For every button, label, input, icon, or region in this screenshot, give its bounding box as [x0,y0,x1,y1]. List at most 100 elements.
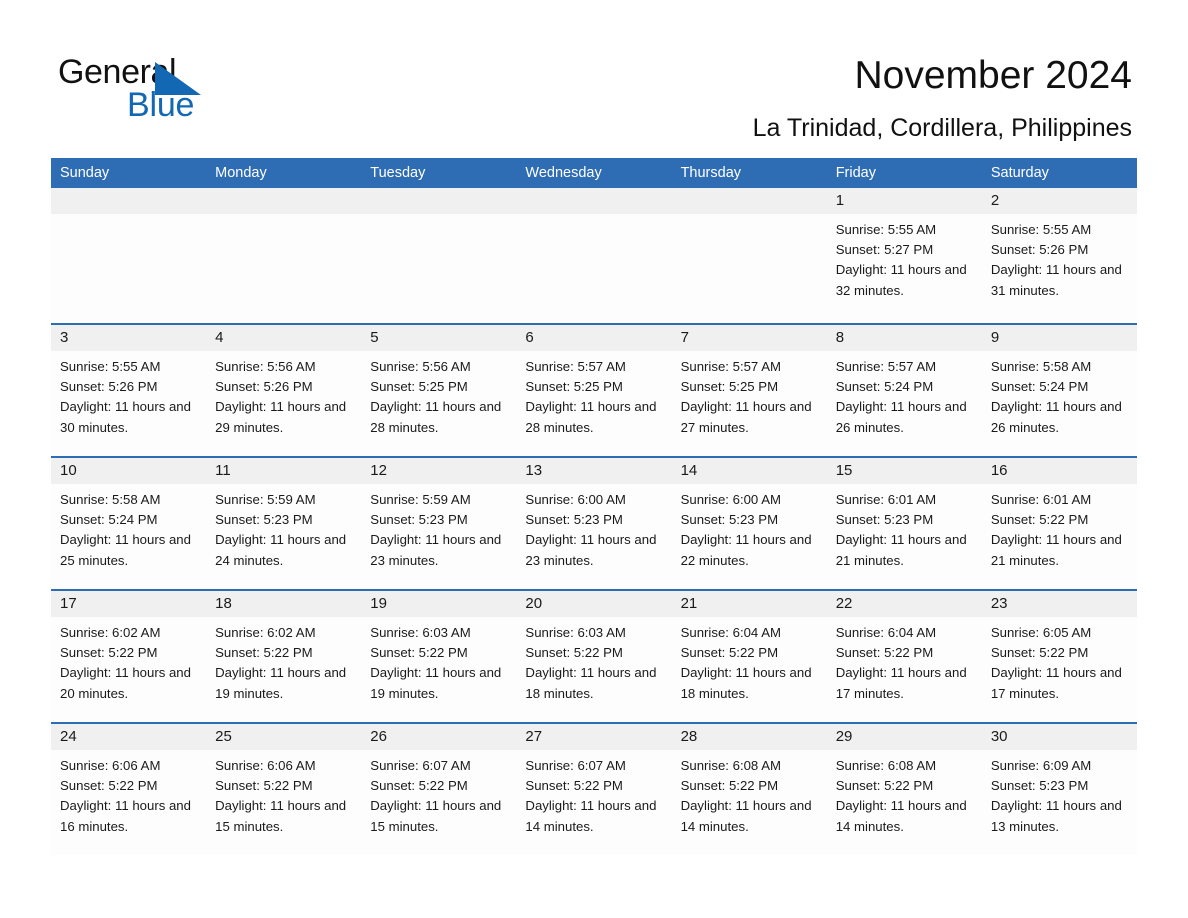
calendar-day-cell[interactable]: 8 Sunrise: 5:57 AM Sunset: 5:24 PM Daylight… [826,325,982,456]
sunset-text: Sunset: 5:22 PM [835,645,934,661]
calendar-day-cell[interactable]: 14 Sunrise: 6:00 AM Sunset: 5:23 PM Dayligh… [671,458,827,589]
day-number: 29 [826,724,982,750]
calendar-day-cell[interactable]: 25 Sunrise: 6:06 AM Sunset: 5:22 PM Dayligh… [206,724,362,855]
day-sun-info: Sunrise: 6:01 AM Sunset: 5:22 PM Daylight:… [982,484,1137,571]
sunset-text: Sunset: 5:24 PM [990,379,1089,395]
calendar-day-cell[interactable]: 9 Sunrise: 5:58 AM Sunset: 5:24 PM Daylight… [981,325,1137,456]
sunset-text: Sunset: 5:22 PM [60,778,158,794]
calendar-day-cell[interactable]: 18 Sunrise: 6:02 AM Sunset: 5:22 PM Dayligh… [206,591,362,722]
day-sun-info: Sunrise: 6:08 AM Sunset: 5:22 PM Daylight:… [672,750,827,837]
calendar-day-cell[interactable]: 5 Sunrise: 5:56 AM Sunset: 5:25 PM Daylight… [361,325,517,456]
calendar-day-cell[interactable]: 30 Sunrise: 6:09 AM Sunset: 5:23 PM Dayligh… [981,724,1137,855]
sunset-text: Sunset: 5:23 PM [525,512,623,528]
daylight-text: Daylight: 11 hours and 16 minutes. [60,798,191,834]
day-sun-info: Sunrise: 5:56 AM Sunset: 5:25 PM Daylight:… [361,351,516,438]
daylight-text: Daylight: 11 hours and 13 minutes. [990,798,1122,834]
calendar-day-cell[interactable]: 16 Sunrise: 6:01 AM Sunset: 5:22 PM Dayligh… [981,458,1137,589]
sunset-text: Sunset: 5:23 PM [990,778,1089,794]
sunrise-text: Sunrise: 6:02 AM [60,625,161,640]
day-sun-info: Sunrise: 6:02 AM Sunset: 5:22 PM Daylight:… [206,617,361,704]
day-sun-info: Sunrise: 6:05 AM Sunset: 5:22 PM Daylight:… [982,617,1137,704]
daylight-text: Daylight: 11 hours and 14 minutes. [525,798,657,834]
daylight-text: Daylight: 11 hours and 14 minutes. [680,798,812,834]
calendar-day-cell[interactable]: 12 Sunrise: 5:59 AM Sunset: 5:23 PM Dayligh… [361,458,517,589]
calendar-day-cell[interactable]: 29 Sunrise: 6:08 AM Sunset: 5:22 PM Dayligh… [826,724,982,855]
daylight-text: Daylight: 11 hours and 27 minutes. [680,399,812,435]
generalblue-logo[interactable]: General Blue [58,52,358,128]
calendar-day-cell[interactable]: 3 Sunrise: 5:55 AM Sunset: 5:26 PM Daylight… [51,325,207,456]
calendar-day-cell[interactable]: 2 Sunrise: 5:55 AM Sunset: 5:26 PM Daylight… [981,188,1137,323]
calendar-day-cell[interactable]: 7 Sunrise: 5:57 AM Sunset: 5:25 PM Daylight… [671,325,827,456]
sunset-text: Sunset: 5:23 PM [680,512,779,528]
calendar-day-cell[interactable]: 15 Sunrise: 6:01 AM Sunset: 5:23 PM Dayligh… [826,458,982,589]
sunset-text: Sunset: 5:22 PM [370,778,468,794]
day-number: 19 [361,591,517,617]
day-number: 7 [671,325,827,351]
sunset-text: Sunset: 5:22 PM [525,778,623,794]
day-sun-info: Sunrise: 6:07 AM Sunset: 5:22 PM Daylight:… [516,750,671,837]
sunrise-text: Sunrise: 6:01 AM [990,492,1092,507]
day-number: 28 [671,724,827,750]
sunrise-text: Sunrise: 6:06 AM [60,758,161,773]
sunset-text: Sunset: 5:26 PM [215,379,313,395]
calendar-day-cell-empty [361,188,517,323]
calendar-day-cell[interactable]: 1 Sunrise: 5:55 AM Sunset: 5:27 PM Daylight… [826,188,982,323]
day-sun-info: Sunrise: 6:00 AM Sunset: 5:23 PM Daylight:… [672,484,827,571]
calendar-day-cell[interactable]: 20 Sunrise: 6:03 AM Sunset: 5:22 PM Dayligh… [516,591,672,722]
sunset-text: Sunset: 5:22 PM [680,645,779,661]
day-number: 30 [981,724,1137,750]
calendar-day-cell[interactable]: 13 Sunrise: 6:00 AM Sunset: 5:23 PM Dayligh… [516,458,672,589]
weekday-header-friday: Friday [835,165,876,181]
calendar-day-cell[interactable]: 26 Sunrise: 6:07 AM Sunset: 5:22 PM Dayligh… [361,724,517,855]
day-number [516,188,672,214]
daylight-text: Daylight: 11 hours and 26 minutes. [835,399,967,435]
sunrise-text: Sunrise: 5:58 AM [60,492,161,507]
daylight-text: Daylight: 11 hours and 17 minutes. [835,665,967,701]
sunrise-text: Sunrise: 5:55 AM [990,222,1092,237]
day-number: 9 [981,325,1137,351]
day-sun-info: Sunrise: 5:58 AM Sunset: 5:24 PM Daylight:… [51,484,206,571]
calendar-day-cell[interactable]: 24 Sunrise: 6:06 AM Sunset: 5:22 PM Dayligh… [51,724,207,855]
day-number: 13 [516,458,672,484]
day-sun-info: Sunrise: 6:07 AM Sunset: 5:22 PM Daylight:… [361,750,516,837]
day-number: 8 [826,325,982,351]
sunrise-text: Sunrise: 5:59 AM [370,492,471,507]
day-number: 14 [671,458,827,484]
calendar-day-cell[interactable]: 23 Sunrise: 6:05 AM Sunset: 5:22 PM Dayligh… [981,591,1137,722]
sunrise-text: Sunrise: 5:57 AM [680,359,781,374]
calendar-day-cell[interactable]: 11 Sunrise: 5:59 AM Sunset: 5:23 PM Dayligh… [206,458,362,589]
day-number: 20 [516,591,672,617]
calendar-day-cell[interactable]: 21 Sunrise: 6:04 AM Sunset: 5:22 PM Dayligh… [671,591,827,722]
calendar-day-cell[interactable]: 6 Sunrise: 5:57 AM Sunset: 5:25 PM Daylight… [516,325,672,456]
day-number: 4 [206,325,362,351]
calendar-day-cell-empty [206,188,362,323]
calendar-day-cell[interactable]: 28 Sunrise: 6:08 AM Sunset: 5:22 PM Dayligh… [671,724,827,855]
day-number: 21 [671,591,827,617]
day-sun-info: Sunrise: 5:59 AM Sunset: 5:23 PM Daylight:… [361,484,516,571]
calendar-day-cell[interactable]: 10 Sunrise: 5:58 AM Sunset: 5:24 PM Dayligh… [51,458,207,589]
weekday-header-saturday: Saturday [990,165,1049,181]
calendar-day-cell[interactable]: 4 Sunrise: 5:56 AM Sunset: 5:26 PM Daylight… [206,325,362,456]
day-sun-info: Sunrise: 5:55 AM Sunset: 5:27 PM Daylight:… [827,214,982,301]
weekday-header-sunday: Sunday [60,165,110,181]
sunset-text: Sunset: 5:22 PM [680,778,779,794]
day-number: 3 [51,325,207,351]
calendar-day-cell[interactable]: 19 Sunrise: 6:03 AM Sunset: 5:22 PM Dayligh… [361,591,517,722]
weekday-header-thursday: Thursday [680,165,742,181]
sunrise-text: Sunrise: 6:03 AM [525,625,626,640]
day-number [671,188,827,214]
daylight-text: Daylight: 11 hours and 18 minutes. [525,665,657,701]
calendar-day-cell[interactable]: 22 Sunrise: 6:04 AM Sunset: 5:22 PM Dayligh… [826,591,982,722]
calendar-day-cell[interactable]: 17 Sunrise: 6:02 AM Sunset: 5:22 PM Dayligh… [51,591,207,722]
daylight-text: Daylight: 11 hours and 15 minutes. [370,798,502,834]
day-number: 27 [516,724,672,750]
sunset-text: Sunset: 5:22 PM [60,645,158,661]
daylight-text: Daylight: 11 hours and 21 minutes. [835,532,967,568]
sunrise-text: Sunrise: 5:56 AM [215,359,316,374]
sunrise-text: Sunrise: 6:00 AM [680,492,781,507]
day-sun-info: Sunrise: 6:08 AM Sunset: 5:22 PM Daylight:… [827,750,982,837]
day-sun-info: Sunrise: 5:57 AM Sunset: 5:25 PM Daylight:… [672,351,827,438]
calendar-week-row: 1 Sunrise: 5:55 AM Sunset: 5:27 PM Daylight… [51,188,1137,323]
calendar-day-cell[interactable]: 27 Sunrise: 6:07 AM Sunset: 5:22 PM Dayligh… [516,724,672,855]
daylight-text: Daylight: 11 hours and 23 minutes. [525,532,657,568]
